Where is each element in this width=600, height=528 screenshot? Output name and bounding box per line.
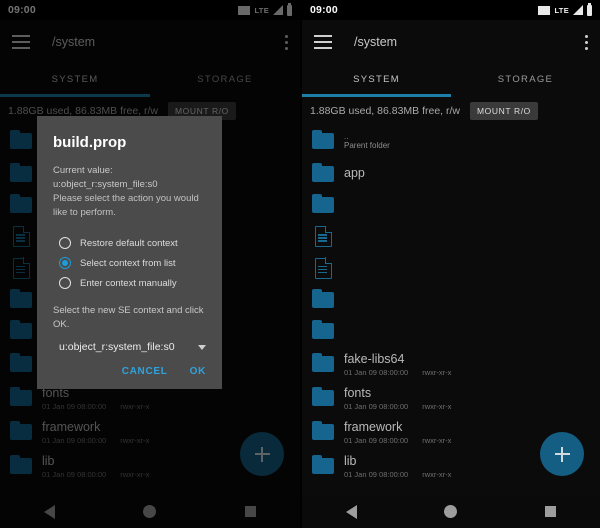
dialog-current-value: Current value: u:object_r:system_file:s0 (53, 165, 158, 190)
list-item[interactable] (302, 316, 600, 348)
home-circle-icon[interactable] (444, 505, 458, 518)
list-item[interactable]: fonts 01 Jan 09 08:00:00 rwxr-xr-x (302, 381, 600, 415)
wifi-icon (538, 5, 551, 15)
se-context-dialog: build.prop Current value: u:object_r:sys… (37, 116, 222, 389)
file-date: 01 Jan 09 08:00:00 (344, 435, 409, 445)
tab-system[interactable]: SYSTEM (302, 64, 451, 94)
status-bar: 09:00 LTE (302, 0, 600, 20)
status-icons: LTE (538, 2, 592, 16)
phone-screen-left: 09:00 LTE /system SYSTEM STORAGE 1.88GB … (0, 0, 300, 528)
status-clock: 09:00 (310, 4, 338, 16)
radio-icon (59, 237, 71, 249)
file-perms: rwxr-xr-x (422, 401, 452, 411)
file-name: fake-libs64 (344, 351, 405, 366)
radio-restore-default-context[interactable]: Restore default context (59, 233, 206, 253)
context-radio-group: Restore default context Select context f… (59, 233, 206, 293)
radio-icon (59, 277, 71, 289)
dialog-title: build.prop (53, 134, 127, 151)
back-triangle-icon[interactable] (345, 504, 357, 519)
file-list-right[interactable]: .. Parent folder app fake-libs64 01 Jan … (302, 124, 600, 498)
file-date: 01 Jan 09 08:00:00 (344, 401, 409, 411)
document-icon (308, 257, 338, 279)
app-bar: /system (302, 20, 600, 64)
list-item[interactable]: .. Parent folder (302, 124, 600, 158)
dialog-instruction: Please select the action you would like … (53, 193, 199, 218)
file-name: fonts (344, 385, 372, 400)
tab-bar: SYSTEM STORAGE (302, 64, 600, 94)
phone-screen-right: 09:00 LTE /system SYSTEM STORAGE 1.88GB … (300, 0, 600, 528)
file-perms: rwxr-xr-x (422, 469, 452, 479)
mount-info-bar: 1.88GB used, 86.83MB free, r/w MOUNT R/O (302, 97, 600, 124)
dual-screenshot-container: 09:00 LTE /system SYSTEM STORAGE 1.88GB … (0, 0, 600, 528)
se-context-dropdown[interactable]: u:object_r:system_file:s0 (59, 341, 206, 353)
network-type-label: LTE (554, 5, 569, 15)
list-item[interactable]: app (302, 158, 600, 190)
storage-usage-text: 1.88GB used, 86.83MB free, r/w (310, 104, 460, 117)
kebab-menu-icon[interactable] (585, 34, 588, 50)
radio-enter-context-manually[interactable]: Enter context manually (59, 273, 206, 293)
radio-label: Restore default context (80, 237, 178, 249)
file-perms: rwxr-xr-x (422, 435, 452, 445)
file-subtitle: Parent folder (344, 141, 390, 150)
file-perms: rwxr-xr-x (422, 367, 452, 377)
radio-icon-selected (59, 257, 71, 269)
tab-storage[interactable]: STORAGE (451, 64, 600, 94)
dialog-actions: CANCEL OK (53, 366, 206, 381)
folder-icon (308, 421, 338, 440)
radio-select-context-from-list[interactable]: Select context from list (59, 253, 206, 273)
current-path: /system (354, 35, 398, 49)
folder-icon (308, 162, 338, 182)
file-name: app (344, 166, 365, 181)
folder-icon (308, 320, 338, 340)
file-name: .. (344, 132, 349, 141)
document-icon (308, 225, 338, 248)
list-item[interactable]: fake-libs64 01 Jan 09 08:00:00 rwxr-xr-x (302, 347, 600, 381)
folder-icon (308, 353, 338, 372)
folder-icon (308, 387, 338, 406)
dropdown-selected-value: u:object_r:system_file:s0 (59, 341, 175, 353)
list-item[interactable] (302, 284, 600, 316)
folder-icon (308, 194, 338, 214)
chevron-down-icon (198, 344, 206, 350)
system-nav-bar (302, 495, 600, 528)
dialog-spinner-hint: Select the new SE context and click OK. (53, 305, 204, 330)
cancel-button[interactable]: CANCEL (122, 366, 168, 377)
folder-icon (308, 288, 338, 308)
plus-icon (554, 446, 570, 462)
radio-label: Select context from list (80, 257, 176, 269)
file-name: lib (344, 453, 357, 468)
file-date: 01 Jan 09 08:00:00 (344, 469, 409, 479)
folder-icon (308, 455, 338, 474)
list-item[interactable] (302, 190, 600, 222)
recents-square-icon[interactable] (545, 506, 557, 517)
list-item[interactable] (302, 253, 600, 285)
hamburger-icon[interactable] (314, 35, 332, 49)
file-date: 01 Jan 09 08:00:00 (344, 367, 409, 377)
mount-ro-button[interactable]: MOUNT R/O (470, 101, 538, 120)
radio-label: Enter context manually (80, 277, 177, 289)
file-name: framework (344, 419, 403, 434)
signal-icon (573, 5, 583, 15)
folder-icon (308, 130, 338, 149)
list-item[interactable] (302, 221, 600, 253)
add-fab-button[interactable] (540, 432, 584, 476)
battery-icon (587, 2, 592, 16)
ok-button[interactable]: OK (190, 366, 206, 377)
